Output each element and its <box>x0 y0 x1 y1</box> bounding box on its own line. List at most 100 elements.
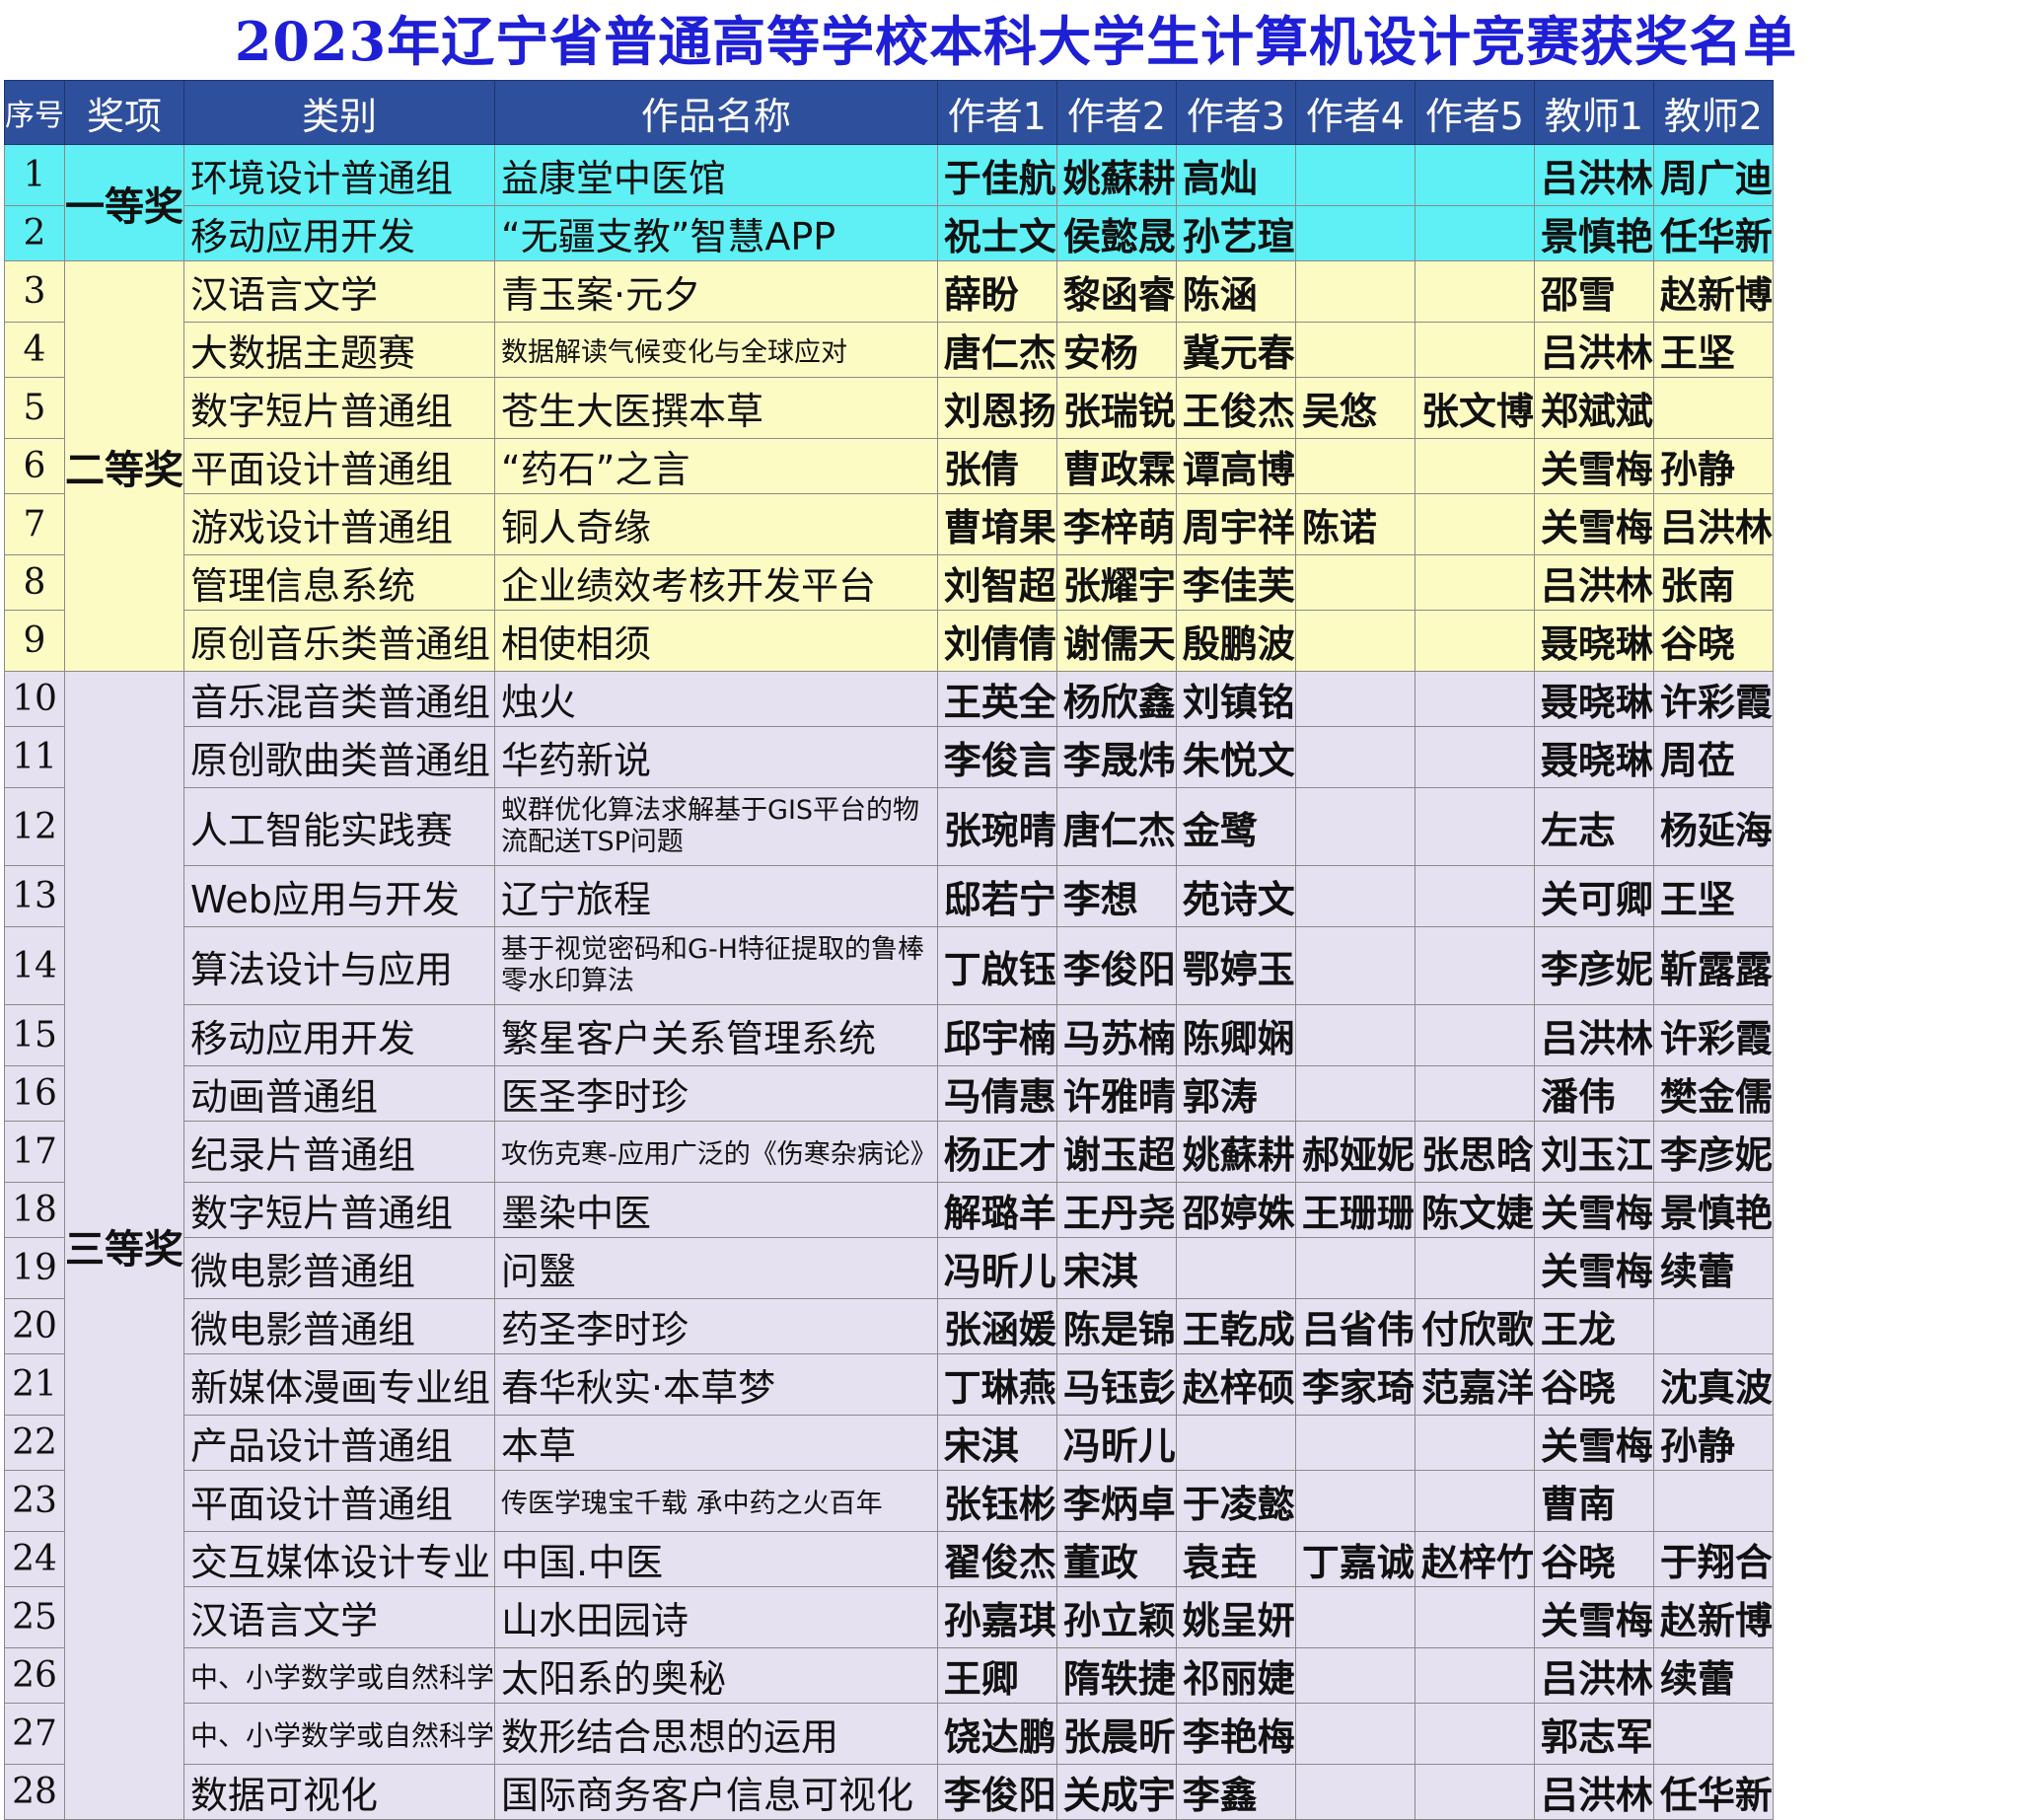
author-cell <box>1294 1647 1415 1704</box>
teacher-cell: 周莅 <box>1652 726 1774 788</box>
teacher-cell: 李彦妮 <box>1652 1121 1774 1183</box>
author-cell <box>1294 610 1415 672</box>
author-cell: 薛盼 <box>936 260 1057 323</box>
teacher-cell: 王坚 <box>1652 865 1774 927</box>
author-cell: 于凌懿 <box>1175 1470 1296 1532</box>
author-cell: 李佳芙 <box>1175 554 1296 611</box>
author-cell <box>1294 322 1415 378</box>
work-title-cell: 基于视觉密码和G-H特征提取的鲁棒零水印算法 <box>494 926 938 1005</box>
author-cell: 陈涵 <box>1175 260 1296 323</box>
award-level-cell: 三等奖 <box>64 671 184 1820</box>
author-cell <box>1414 493 1535 555</box>
teacher-cell: 樊金儒 <box>1652 1065 1774 1122</box>
author-cell: 陈文婕 <box>1414 1182 1535 1238</box>
table-row: 28 数据可视化 国际商务客户信息可视化 李俊阳 关成宇 李鑫 吕洪林 任华新 <box>4 1764 1774 1820</box>
author-cell <box>1294 554 1415 611</box>
author-cell: 郝娅妮 <box>1294 1121 1415 1183</box>
teacher-cell: 关雪梅 <box>1533 1415 1654 1471</box>
author-cell: 冀元春 <box>1175 322 1296 378</box>
table-row: 11 原创歌曲类普通组 华药新说 李俊言 李晟炜 朱悦文 聂晓琳 周莅 <box>4 726 1774 788</box>
author-cell <box>1294 1237 1415 1299</box>
row-number-cell: 18 <box>4 1182 65 1238</box>
teacher-cell <box>1652 1298 1774 1354</box>
category-cell: 微电影普通组 <box>182 1298 496 1354</box>
author-cell: 祁丽婕 <box>1175 1647 1296 1704</box>
table-row: 17 纪录片普通组 攻伤克寒-应用广泛的《伤寒杂病论》 杨正才 谢玉超 姚蘇耕 郝娅妮 张思晗… <box>4 1121 1774 1183</box>
author-cell <box>1175 1237 1296 1299</box>
teacher-cell: 续蕾 <box>1652 1237 1774 1299</box>
teacher-cell: 谷晓 <box>1533 1531 1654 1587</box>
author-cell: 张钰彬 <box>936 1470 1057 1532</box>
author-cell: 袁垚 <box>1175 1531 1296 1587</box>
author-cell <box>1414 726 1535 788</box>
work-title-cell: 繁星客户关系管理系统 <box>494 1004 938 1066</box>
award-level-cell: 一等奖 <box>64 144 184 261</box>
author-cell: 马钰彭 <box>1055 1353 1177 1416</box>
teacher-cell: 许彩霞 <box>1652 1004 1774 1066</box>
author-cell: 李炳卓 <box>1055 1470 1177 1532</box>
author-cell: 唐仁杰 <box>1055 787 1177 866</box>
author-cell: 鄂婷玉 <box>1175 926 1296 1005</box>
teacher-cell: 任华新 <box>1652 1764 1774 1820</box>
table-row: 7 游戏设计普通组 铜人奇缘 曹堉果 李梓萌 周宇祥 陈诺 关雪梅 吕洪林 <box>4 493 1774 555</box>
teacher-cell: 景慎艳 <box>1652 1182 1774 1238</box>
work-title-cell: 企业绩效考核开发平台 <box>494 554 938 611</box>
work-title-cell: 攻伤克寒-应用广泛的《伤寒杂病论》 <box>494 1121 938 1183</box>
work-title-cell: 问毉 <box>494 1237 938 1299</box>
author-cell: 朱悦文 <box>1175 726 1296 788</box>
table-row: 23 平面设计普通组 传医学瑰宝千载 承中药之火百年 张钰彬 李炳卓 于凌懿 曹南 <box>4 1470 1774 1532</box>
author-cell <box>1294 1415 1415 1471</box>
category-cell: 产品设计普通组 <box>182 1415 496 1471</box>
author-cell: 苑诗文 <box>1175 865 1296 927</box>
table-row: 26 中、小学数学或自然科学 太阳系的奥秘 王卿 隋轶捷 祁丽婕 吕洪林 续蕾 <box>4 1647 1774 1704</box>
row-number-cell: 23 <box>4 1470 65 1532</box>
author-cell <box>1414 1703 1535 1765</box>
author-cell: 宋淇 <box>936 1415 1057 1471</box>
teacher-cell: 续蕾 <box>1652 1647 1774 1704</box>
table-row: 20 微电影普通组 药圣李时珍 张涵媛 陈是锦 王乾成 吕省伟 付欣歌 王龙 <box>4 1298 1774 1354</box>
teacher-cell <box>1652 1703 1774 1765</box>
author-cell: 高灿 <box>1175 144 1296 206</box>
row-number-cell: 12 <box>4 787 65 866</box>
award-level-cell: 二等奖 <box>64 260 184 672</box>
category-cell: 数字短片普通组 <box>182 1182 496 1238</box>
header-cell: 作品名称 <box>494 80 938 145</box>
author-cell: 邸若宁 <box>936 865 1057 927</box>
author-cell <box>1294 205 1415 261</box>
author-cell <box>1414 1764 1535 1820</box>
author-cell: 李晟炜 <box>1055 726 1177 788</box>
teacher-cell <box>1652 1470 1774 1532</box>
header-cell: 类别 <box>182 80 496 145</box>
teacher-cell: 关雪梅 <box>1533 1586 1654 1648</box>
table-row: 15 移动应用开发 繁星客户关系管理系统 邱宇楠 马苏楠 陈卿娴 吕洪林 许彩霞 <box>4 1004 1774 1066</box>
author-cell: 王英全 <box>936 671 1057 727</box>
work-title-cell: 益康堂中医馆 <box>494 144 938 206</box>
table-row: 24 交互媒体设计专业 中国.中医 翟俊杰 董政 袁垚 丁嘉诚 赵梓竹 谷晓 于翔合 <box>4 1531 1774 1587</box>
teacher-cell: 李彦妮 <box>1533 926 1654 1005</box>
author-cell: 饶达鹏 <box>936 1703 1057 1765</box>
author-cell: 宋淇 <box>1055 1237 1177 1299</box>
author-cell: 解璐羊 <box>936 1182 1057 1238</box>
row-number-cell: 15 <box>4 1004 65 1066</box>
category-cell: 算法设计与应用 <box>182 926 496 1005</box>
category-cell: 新媒体漫画专业组 <box>182 1353 496 1416</box>
author-cell: 姚呈妍 <box>1175 1586 1296 1648</box>
author-cell: 孙立颖 <box>1055 1586 1177 1648</box>
author-cell <box>1294 260 1415 323</box>
author-cell <box>1414 322 1535 378</box>
table-row: 12 人工智能实践赛 蚁群优化算法求解基于GIS平台的物流配送TSP问题 张琬晴 唐仁杰… <box>4 787 1774 866</box>
table-row: 4 大数据主题赛 数据解读气候变化与全球应对 唐仁杰 安杨 冀元春 吕洪林 王坚 <box>4 322 1774 378</box>
category-cell: 大数据主题赛 <box>182 322 496 378</box>
author-cell: 许雅晴 <box>1055 1065 1177 1122</box>
work-title-cell: 辽宁旅程 <box>494 865 938 927</box>
author-cell: 邱宇楠 <box>936 1004 1057 1066</box>
category-cell: 数据可视化 <box>182 1764 496 1820</box>
author-cell <box>1414 205 1535 261</box>
author-cell: 李俊阳 <box>1055 926 1177 1005</box>
teacher-cell: 潘伟 <box>1533 1065 1654 1122</box>
category-cell: 中、小学数学或自然科学 <box>182 1647 496 1704</box>
author-cell <box>1294 438 1415 494</box>
row-number-cell: 28 <box>4 1764 65 1820</box>
author-cell: 李俊言 <box>936 726 1057 788</box>
teacher-cell: 聂晓琳 <box>1533 610 1654 672</box>
